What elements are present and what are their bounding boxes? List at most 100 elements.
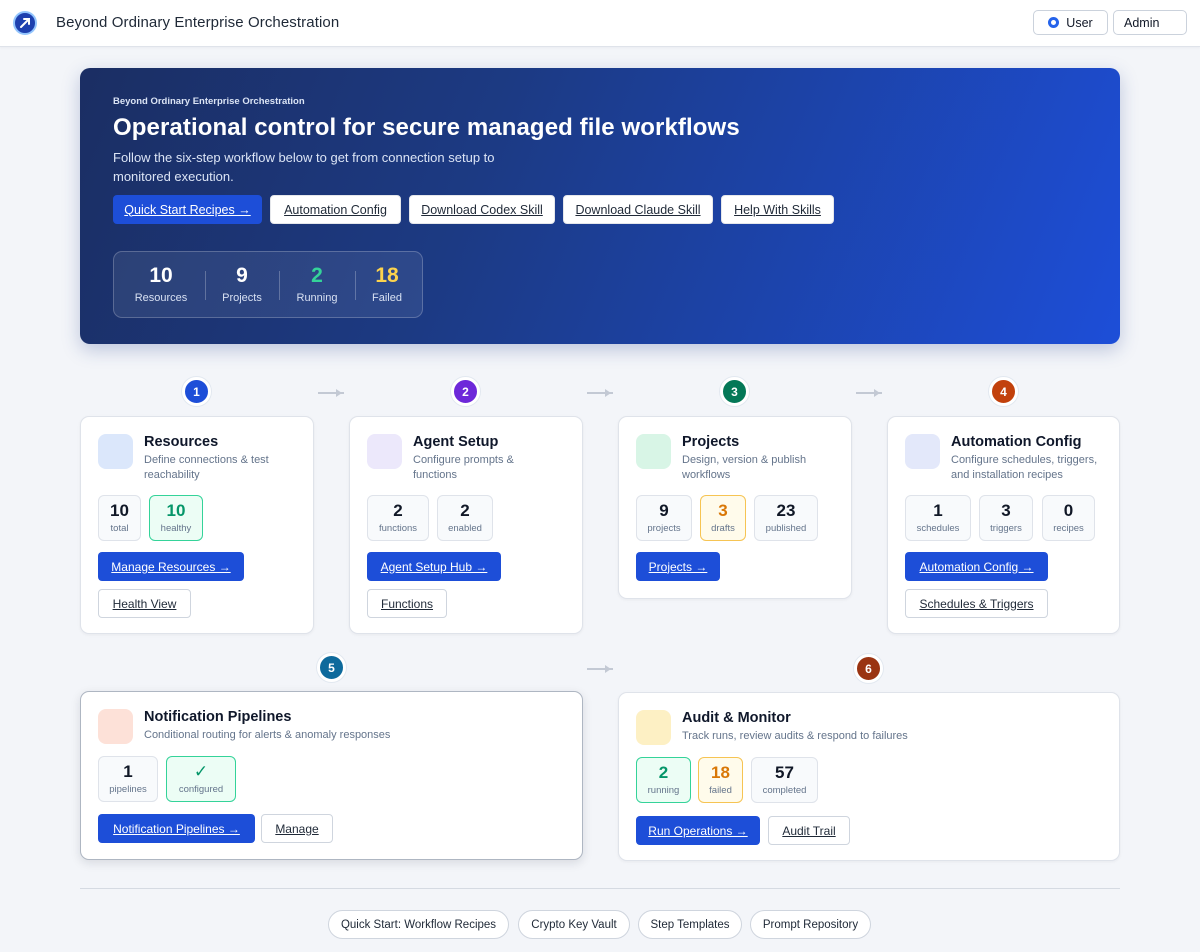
stat-value: 10 [149,264,173,287]
metric-value: 23 [776,501,796,520]
schedules-triggers-button[interactable]: Schedules & Triggers [905,589,1048,618]
metric-value: 2 [460,501,470,520]
step-number-1: 1 [182,377,211,406]
download-claude-skill-button[interactable]: Download Claude Skill [563,195,713,224]
metric-label: pipelines [109,784,147,795]
functions-button[interactable]: Functions [367,589,447,618]
user-icon [1048,17,1060,28]
metric-value: 10 [166,501,186,520]
step-number-4: 4 [989,377,1018,406]
metric-value: 0 [1063,501,1074,520]
step-card-audit-monitor: Audit & Monitor Track runs, review audit… [618,692,1120,861]
metric-value: 18 [711,763,730,782]
metric-value: 3 [1001,501,1011,520]
metric-failed: 18 failed [698,757,743,803]
agent-setup-hub-button[interactable]: Agent Setup Hub → [367,552,501,581]
metric-configured: ✓ configured [166,756,236,802]
step-number-2: 2 [451,377,480,406]
metric-label: failed [709,785,732,796]
step-connector-arrow [587,389,615,397]
health-view-button[interactable]: Health View [98,589,191,618]
notification-pipelines-button[interactable]: Notification Pipelines → [98,814,255,843]
step-number-3: 3 [720,377,749,406]
stat-value: 2 [311,264,323,287]
metric-label: enabled [448,523,482,534]
footer-link-workflow-recipes[interactable]: Quick Start: Workflow Recipes [328,910,509,939]
stat-value: 18 [375,264,399,287]
metric-label: running [647,785,680,796]
card-title: Resources [144,434,219,450]
admin-button-label: Admin [1124,15,1160,30]
metric-label: recipes [1053,523,1084,534]
automation-config-button[interactable]: Automation Config [270,195,401,224]
card-title: Notification Pipelines [144,709,292,725]
metric-schedules: 1 schedules [905,495,971,541]
card-description: Design, version & publish workflows [682,454,807,481]
app-logo-icon[interactable] [13,11,37,35]
metric-total: 10 total [98,495,141,541]
metric-healthy: 10 healthy [149,495,203,541]
footer-link-crypto-key-vault[interactable]: Crypto Key Vault [518,910,630,939]
admin-button[interactable]: Admin [1113,10,1187,35]
download-codex-skill-button[interactable]: Download Codex Skill [409,195,555,224]
metric-value: 9 [659,501,669,520]
footer-link-prompt-repository[interactable]: Prompt Repository [750,910,871,939]
card-title: Automation Config [951,434,1082,450]
audit-trail-button[interactable]: Audit Trail [768,816,850,845]
metric-recipes: 0 recipes [1042,495,1095,541]
quick-start-recipes-button[interactable]: Quick Start Recipes → [113,195,262,224]
stat-label: Resources [134,292,188,304]
metric-label: drafts [711,523,735,534]
manage-button[interactable]: Manage [261,814,333,843]
metric-triggers: 3 triggers [979,495,1033,541]
resources-icon [98,434,133,469]
step-connector-arrow [856,389,884,397]
top-bar: Beyond Ordinary Enterprise Orchestration… [0,0,1200,47]
card-description: Configure schedules, triggers, and insta… [951,454,1098,481]
metric-label: completed [762,785,807,796]
projects-icon [636,434,671,469]
manage-resources-button[interactable]: Manage Resources → [98,552,244,581]
stat-resources: 10 Resources [126,264,196,304]
stat-projects: 9 Projects [212,264,272,304]
metric-label: projects [647,523,681,534]
projects-button[interactable]: Projects → [636,552,720,581]
stat-running: 2 Running [287,264,347,304]
metric-value: 1 [933,501,943,520]
agent-setup-icon [367,434,402,469]
hero-title: Operational control for secure managed f… [113,114,740,141]
run-operations-button[interactable]: Run Operations → [636,816,760,845]
footer-link-step-templates[interactable]: Step Templates [638,910,742,939]
stat-label: Failed [372,292,402,304]
step-card-resources: Resources Define connections & test reac… [80,416,314,634]
hero-panel: Beyond Ordinary Enterprise Orchestration… [80,68,1120,344]
stat-failed: 18 Failed [362,264,412,304]
automation-config-card-button[interactable]: Automation Config → [905,552,1048,581]
step-card-automation-config: Automation Config Configure schedules, t… [887,416,1120,634]
card-description: Define connections & test reachability [144,454,269,481]
step-card-notification-pipelines: Notification Pipelines Conditional routi… [80,691,583,860]
stat-divider [355,271,356,300]
stat-divider [205,271,206,300]
stat-label: Running [296,292,338,304]
metric-pipelines: 1 pipelines [98,756,158,802]
metric-value: 10 [110,501,129,520]
card-title: Projects [682,434,740,450]
metric-enabled: 2 enabled [437,495,493,541]
metric-value: 57 [775,763,794,782]
metric-value: 3 [718,501,728,520]
metric-value: ✓ [193,762,209,781]
metric-label: configured [178,784,224,795]
card-description: Track runs, review audits & respond to f… [682,730,908,742]
metric-label: functions [378,523,418,534]
metric-label: healthy [160,523,192,534]
metric-value: 1 [123,762,133,781]
card-description: Configure prompts & functions [413,454,514,481]
step-connector-arrow [587,665,615,673]
user-button[interactable]: User [1033,10,1108,35]
stat-divider [279,271,280,300]
help-with-skills-button[interactable]: Help With Skills [721,195,834,224]
hero-subtitle: Follow the six-step workflow below to ge… [113,150,495,184]
stat-label: Projects [222,292,262,304]
footer-divider [80,888,1120,889]
